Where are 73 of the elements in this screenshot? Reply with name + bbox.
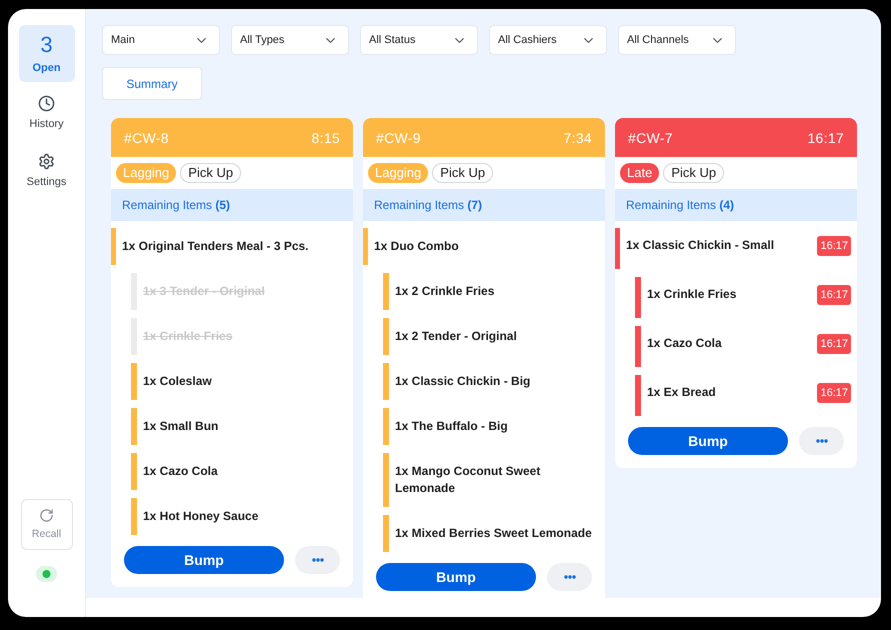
item-status-bar xyxy=(383,515,389,552)
item-name: 1x The Buffalo - Big xyxy=(394,418,509,435)
item-status-bar xyxy=(131,363,137,400)
filter-dropdown[interactable]: All Status xyxy=(360,25,478,55)
item-name: 1x Cazo Cola xyxy=(646,335,723,352)
remaining-items-label: Remaining Items (5) xyxy=(122,198,230,212)
summary-button[interactable]: Summary xyxy=(102,67,202,100)
item-status-bar xyxy=(363,228,368,265)
order-number: #CW-8 xyxy=(124,130,169,146)
open-orders-count: 3 xyxy=(40,33,53,57)
nav-item[interactable]: History xyxy=(18,86,74,140)
item-name: 1x Classic Chickin - Small xyxy=(625,237,776,254)
timer-badge: 16:17 xyxy=(817,236,851,256)
item-status-bar xyxy=(131,453,137,490)
item-status-bar xyxy=(131,408,137,445)
filter-dropdown[interactable]: All Cashiers xyxy=(489,25,607,55)
item-name: 1x Duo Combo xyxy=(373,238,460,255)
status-tag: Late xyxy=(620,163,660,183)
elapsed-time: 16:17 xyxy=(807,130,844,146)
item-name: 1x Mango Coconut Sweet Lemonade xyxy=(394,463,542,497)
timer-badge: 16:17 xyxy=(817,285,851,305)
item-status-bar xyxy=(383,318,389,355)
bump-button[interactable]: Bump xyxy=(124,546,284,574)
item-status-bar xyxy=(111,228,116,265)
channel-tag: Pick Up xyxy=(432,163,494,183)
bump-button[interactable]: Bump xyxy=(628,427,788,455)
item-status-bar xyxy=(383,408,389,445)
channel-tag: Pick Up xyxy=(180,163,242,183)
item-name: 1x 2 Crinkle Fries xyxy=(394,283,496,300)
timer-badge: 16:17 xyxy=(817,334,851,354)
item-name: 1x Mixed Berries Sweet Lemonade xyxy=(394,525,593,542)
item-status-bar xyxy=(635,326,641,367)
filter-dropdown[interactable]: All Channels xyxy=(618,25,736,55)
more-icon xyxy=(816,439,828,443)
item-name: 1x Hot Honey Sauce xyxy=(142,508,260,525)
status-tag: Lagging xyxy=(368,163,428,183)
channel-tag: Pick Up xyxy=(663,163,724,183)
order-number: #CW-7 xyxy=(628,130,673,146)
refresh-icon xyxy=(39,508,54,523)
item-status-bar xyxy=(131,498,137,535)
filter-dropdown[interactable]: All Types xyxy=(231,25,349,55)
more-icon xyxy=(312,558,324,562)
item-name: 1x 2 Tender - Original xyxy=(394,328,518,345)
status-tag: Lagging xyxy=(116,163,176,183)
filter-dropdown[interactable]: Main xyxy=(102,25,220,55)
item-status-bar xyxy=(615,228,620,269)
item-status-bar xyxy=(383,453,389,507)
item-name: 1x Original Tenders Meal - 3 Pcs. xyxy=(121,238,310,255)
item-status-bar xyxy=(383,273,389,310)
item-name: 1x Coleslaw xyxy=(142,373,213,390)
item-name: 1x Classic Chickin - Big xyxy=(394,373,532,390)
item-status-bar xyxy=(635,277,641,318)
timer-badge: 16:17 xyxy=(817,383,851,403)
more-button[interactable] xyxy=(295,546,340,574)
more-icon xyxy=(564,575,576,579)
settings-icon xyxy=(38,153,55,170)
elapsed-time: 8:15 xyxy=(312,130,340,146)
more-button[interactable] xyxy=(799,427,844,455)
remaining-items-label: Remaining Items (7) xyxy=(374,198,482,212)
item-name: 1x Small Bun xyxy=(142,418,220,435)
remaining-items-label: Remaining Items (4) xyxy=(626,198,734,212)
bump-button[interactable]: Bump xyxy=(376,563,536,591)
nav-item[interactable]: 3 Open xyxy=(18,25,74,82)
order-number: #CW-9 xyxy=(376,130,421,146)
nav-item[interactable]: Settings xyxy=(18,144,74,198)
elapsed-time: 7:34 xyxy=(564,130,592,146)
item-name: 1x Ex Bread xyxy=(646,384,717,401)
more-button[interactable] xyxy=(547,563,592,591)
item-status-bar xyxy=(635,375,641,416)
item-name: 1x Crinkle Fries xyxy=(646,286,738,303)
clock-icon xyxy=(38,95,55,112)
item-status-bar xyxy=(383,363,389,400)
item-name: 1x Cazo Cola xyxy=(142,463,219,480)
